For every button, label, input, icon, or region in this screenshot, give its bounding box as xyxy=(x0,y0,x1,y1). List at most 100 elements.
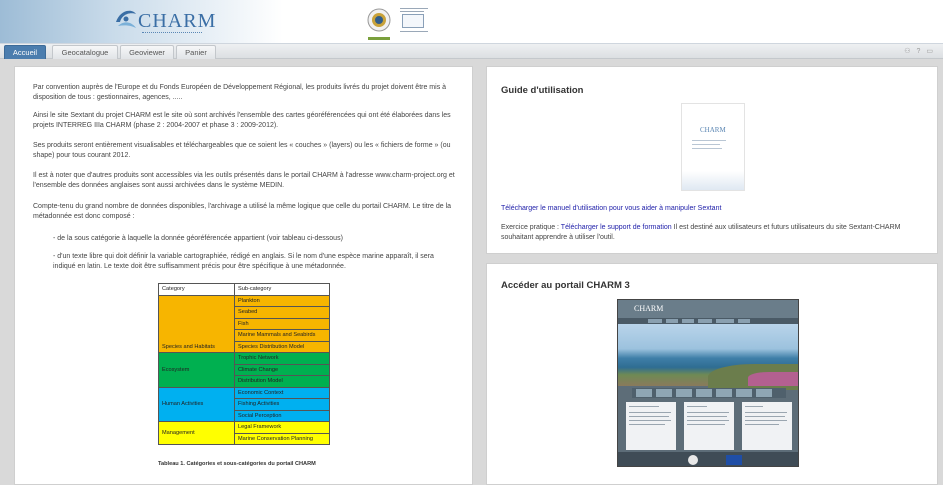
guide-thumbnail-line xyxy=(692,140,726,141)
coastline-photo-flowers xyxy=(748,372,798,386)
eu-fund-logo-line xyxy=(400,8,428,9)
portal-preview-nav-item xyxy=(682,319,694,323)
subcategory-cell: Plankton xyxy=(234,294,330,307)
user-icon[interactable]: ⚇ xyxy=(904,48,912,55)
portal-preview-text-line xyxy=(687,406,707,407)
subcategory-cell: Fishing Activities xyxy=(234,398,330,411)
table-header-row: Category Sub-category xyxy=(158,283,330,296)
portal-preview-nav-item xyxy=(716,319,734,323)
portal-preview-text-line xyxy=(745,420,787,421)
portal-preview-text-line xyxy=(745,416,785,417)
table-caption: Tableau 1. Catégories et sous-catégories… xyxy=(158,461,316,467)
portal-preview-column xyxy=(626,402,676,450)
guide-thumbnail-line xyxy=(692,148,722,149)
category-cell: Management xyxy=(158,421,235,445)
coastline-photo xyxy=(618,324,798,390)
tab-geoviewer[interactable]: Geoviewer xyxy=(120,45,174,59)
subcategory-cell: Climate Change xyxy=(234,363,330,376)
portal-preview-text-line xyxy=(629,424,665,425)
charm-logo-tagline xyxy=(142,32,202,35)
subcategory-cell: Fish xyxy=(234,317,330,330)
info-paragraph: Ainsi le site Sextant du projet CHARM es… xyxy=(33,112,451,129)
tab-accueil[interactable]: Accueil xyxy=(4,45,46,59)
help-icon[interactable]: ? xyxy=(917,48,923,55)
interreg-logo-band xyxy=(368,37,390,40)
info-paragraph: Ses produits seront entièrement visualis… xyxy=(33,142,451,159)
portal-preview-thumbnails xyxy=(632,388,786,398)
subcategory-cell: Social Perception xyxy=(234,409,330,422)
tab-geocatalogue[interactable]: Geocatalogue xyxy=(52,45,118,59)
guide-thumbnail[interactable]: CHARM xyxy=(681,103,745,191)
guide-thumbnail-line xyxy=(692,144,720,145)
eu-fund-logo-box xyxy=(402,14,424,28)
table-row: Management Legal Framework xyxy=(158,421,330,445)
info-paragraph: Par convention auprès de l'Europe et du … xyxy=(33,84,447,101)
toolbar-icons: ⚇ ? ▭ xyxy=(904,47,935,55)
eu-flag-icon xyxy=(726,455,742,465)
subcategory-cell: Trophic Network xyxy=(234,352,330,365)
subcategory-cell: Economic Context xyxy=(234,386,330,399)
portal-preview-thumbnail xyxy=(696,389,712,397)
charm-logo-text: CHARM xyxy=(138,10,217,32)
info-bullet: - de la sous catégorie à laquelle la don… xyxy=(53,235,343,242)
portal-preview-thumbnail xyxy=(676,389,692,397)
subcategory-cell: Marine Mammals and Seabirds xyxy=(234,329,330,342)
portal-preview-text-line xyxy=(629,412,671,413)
portal-title: Accéder au portail CHARM 3 xyxy=(501,280,630,291)
portal-preview-column xyxy=(684,402,734,450)
portal-preview-thumbnail xyxy=(736,389,752,397)
portal-preview-text-line xyxy=(629,416,669,417)
guide-title: Guide d'utilisation xyxy=(501,85,584,96)
portal-screenshot-link[interactable]: CHARM xyxy=(617,299,799,467)
subcategory-cell: Legal Framework xyxy=(234,421,330,434)
charm-logo[interactable]: CHARM xyxy=(112,4,215,40)
portal-preview-thumbnail xyxy=(636,389,652,397)
portal-preview-partner-icon xyxy=(688,455,698,465)
portal-preview-column xyxy=(742,402,792,450)
portal-preview-text-line xyxy=(687,424,725,425)
portal-preview-footer xyxy=(618,452,798,466)
window-icon[interactable]: ▭ xyxy=(926,48,935,55)
guide-thumbnail-logo: CHARM xyxy=(700,126,726,134)
interreg-logo xyxy=(366,8,392,40)
info-paragraph: Compte-tenu du grand nombre de données d… xyxy=(33,203,452,220)
portal-preview-text-line xyxy=(629,420,671,421)
eu-fund-logo-line xyxy=(400,31,428,32)
portal-preview-text-line xyxy=(687,416,727,417)
table-row: Species and Habitats Plankton xyxy=(158,294,330,353)
portal-preview-header: CHARM xyxy=(618,300,798,318)
table-header: Category xyxy=(158,283,235,296)
subcategory-cell: Species Distribution Model xyxy=(234,340,330,353)
tab-bar: Accueil Geocatalogue Geoviewer Panier ⚇ … xyxy=(0,44,943,59)
portal-preview-text-line xyxy=(629,406,659,407)
subcategory-cell: Distribution Model xyxy=(234,375,330,388)
portal-preview-nav-item xyxy=(738,319,750,323)
portal-preview-thumbnail xyxy=(716,389,732,397)
portal-preview-nav-item xyxy=(666,319,678,323)
download-training-link[interactable]: Télécharger le support de formation xyxy=(561,224,672,231)
portal-preview-text-line xyxy=(687,420,729,421)
category-cell: Species and Habitats xyxy=(158,294,235,353)
interreg-emblem-icon xyxy=(367,8,391,32)
eu-fund-logo xyxy=(398,6,430,36)
subcategory-cell: Marine Conservation Planning xyxy=(234,432,330,445)
info-bullet: - d'un texte libre qui doit définir la v… xyxy=(53,253,434,270)
portal-preview-thumbnail xyxy=(756,389,772,397)
table-row: Ecosystem Trophic Network xyxy=(158,352,330,388)
eu-fund-logo-line xyxy=(400,11,424,12)
category-cell: Human Activities xyxy=(158,386,235,422)
portal-preview-text-line xyxy=(687,412,729,413)
portal-preview-nav-item xyxy=(698,319,712,323)
category-table: Category Sub-category Species and Habita… xyxy=(158,283,330,445)
info-paragraph: Il est à noter que d'autres produits son… xyxy=(33,172,455,189)
subcategory-cell: Seabed xyxy=(234,306,330,319)
exercise-prefix: Exercice pratique : xyxy=(501,224,561,231)
table-row: Human Activities Economic Context xyxy=(158,386,330,422)
category-cell: Ecosystem xyxy=(158,352,235,388)
portal-preview-text-line xyxy=(745,406,763,407)
tab-panier[interactable]: Panier xyxy=(176,45,216,59)
download-manual-link[interactable]: Télécharger le manuel d'utilisation pour… xyxy=(501,204,926,214)
charm-logo-mark-icon xyxy=(116,10,136,28)
app-header: CHARM xyxy=(0,0,943,44)
table-header: Sub-category xyxy=(234,283,330,296)
